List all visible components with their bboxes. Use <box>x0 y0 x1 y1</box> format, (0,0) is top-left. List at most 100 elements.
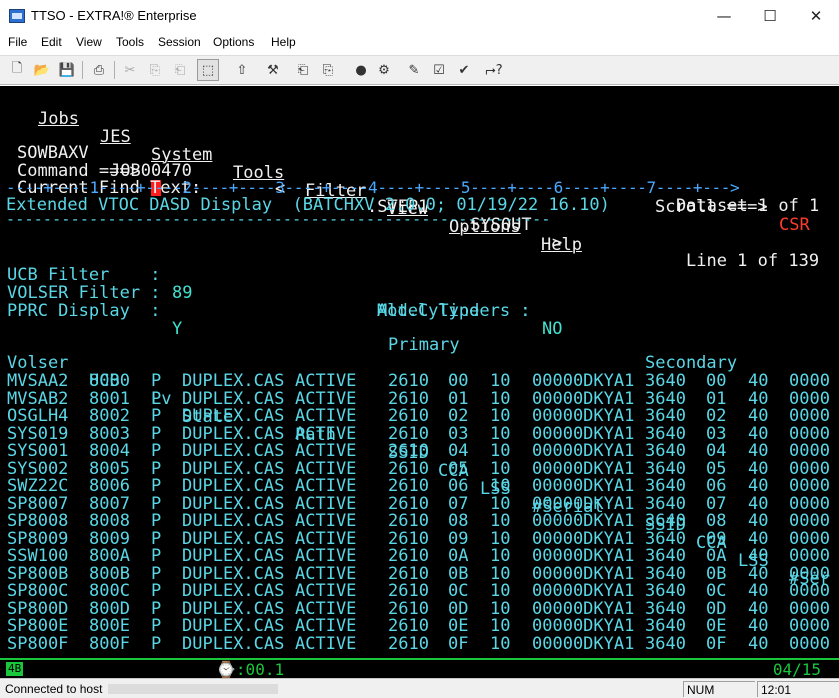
action-jes[interactable]: JES <box>100 128 131 146</box>
cell-volser[interactable]: SYS001 <box>7 442 68 460</box>
cell-path: ACTIVE <box>295 633 357 654</box>
cell-ssid: 2610 <box>388 616 429 636</box>
cell-cca: 0C <box>448 581 469 601</box>
close-icon[interactable]: ✕ <box>793 0 839 32</box>
cell-volser[interactable]: SP800F <box>7 635 68 653</box>
cell-lv: P <box>151 493 162 514</box>
cell-ssid: 2610 <box>388 598 429 619</box>
macro-icon[interactable]: ⚙ <box>373 59 395 81</box>
cell-volser[interactable]: SSW100 <box>7 547 68 565</box>
minimize-icon[interactable]: — <box>701 0 747 32</box>
action-jobs[interactable]: Jobs <box>38 110 79 128</box>
clock: 12:01 <box>757 681 839 697</box>
cell-sec-cca: 0E <box>706 616 727 636</box>
cell-serial: 00000DKYA1 <box>532 371 635 391</box>
maximize-icon[interactable]: ☐ <box>747 0 793 32</box>
scroll-input[interactable]: CSR <box>779 216 810 234</box>
cell-sec-ssid: 3640 <box>645 598 686 619</box>
cell-lss: 10 <box>490 441 511 461</box>
copy-icon[interactable]: ⎘ <box>144 59 166 81</box>
cell-sec-cca: 08 <box>706 511 727 531</box>
cell-volser[interactable]: SP800B <box>7 565 68 583</box>
cell-sec-ssid: 3640 <box>645 616 686 636</box>
menu-tools[interactable]: Tools <box>116 35 144 49</box>
cell-sec-ssid: 3640 <box>645 633 686 654</box>
settings-icon[interactable]: ✔ <box>453 59 475 81</box>
cell-lss: 10 <box>490 546 511 566</box>
cell-volser[interactable]: SP800C <box>7 582 68 600</box>
menu-options[interactable]: Options <box>213 35 254 49</box>
menu-session[interactable]: Session <box>158 35 201 49</box>
cell-volser[interactable]: SP800D <box>7 600 68 618</box>
cell-volser[interactable]: SP8008 <box>7 512 68 530</box>
cell-state: DUPLEX.CAS <box>182 493 285 514</box>
menu-help[interactable]: Help <box>271 35 296 49</box>
cell-cca: 0D <box>448 598 469 619</box>
context-help-icon[interactable]: ⮣? <box>483 59 505 81</box>
cell-lss: 10 <box>490 458 511 479</box>
cell-lss: 10 <box>490 493 511 514</box>
menu-view[interactable]: View <box>76 35 102 49</box>
select-mode-icon[interactable]: ⬚ <box>197 59 219 81</box>
cell-volser[interactable]: MVSAB2 <box>7 390 68 408</box>
cell-ssid: 2610 <box>388 371 429 391</box>
cell-lss: 10 <box>490 406 511 426</box>
menu-bar: File Edit View Tools Session Options Hel… <box>0 32 839 53</box>
cell-sec-ssid: 3640 <box>645 546 686 566</box>
paste-icon[interactable]: ⎗ <box>169 59 191 81</box>
cell-sec-lss: 40 <box>748 458 769 479</box>
cell-volser[interactable]: SYS002 <box>7 460 68 478</box>
cell-volser[interactable]: SP800E <box>7 617 68 635</box>
cell-path: ACTIVE <box>295 423 357 444</box>
cell-cca: 08 <box>448 511 469 531</box>
menu-file[interactable]: File <box>8 35 27 49</box>
open-folder-icon[interactable]: 📂 <box>31 59 53 81</box>
header-line: SOWBAXV JOB00470 < .STEP1 .SYSOUT > Line… <box>0 126 819 270</box>
cell-volser[interactable]: MVSAA2 <box>7 372 68 390</box>
cell-ucb: 8000 <box>89 371 130 391</box>
cell-volser[interactable]: SP8007 <box>7 495 68 513</box>
cell-ssid: 2610 <box>388 458 429 479</box>
cell-sec-lss: 40 <box>748 546 769 566</box>
cell-lv: P <box>151 423 162 444</box>
cell-sec-lss: 40 <box>748 616 769 636</box>
tools-icon[interactable]: ⚒ <box>262 59 284 81</box>
cell-state: DUPLEX.CAS <box>182 388 285 409</box>
cell-cca: 07 <box>448 493 469 514</box>
record-icon[interactable]: ● <box>350 59 372 81</box>
cell-volser[interactable]: SP8009 <box>7 530 68 548</box>
cell-sec-cca: 0C <box>706 581 727 601</box>
cell-cca: 01 <box>448 388 469 409</box>
cell-lv: P <box>151 441 162 461</box>
cell-serial: 00000DKYA1 <box>532 458 635 479</box>
alt-cyl-label: Alt.Cylinders : <box>377 301 531 321</box>
cell-volser[interactable]: OSGLH4 <box>7 407 68 425</box>
status-bar: Connected to host NUM 12:01 <box>0 678 839 698</box>
line-info: Line 1 of 139 <box>686 251 820 271</box>
dataset-info: Dataset 1 of 1 <box>676 196 820 216</box>
cell-volser[interactable]: SYS019 <box>7 425 68 443</box>
transfer-icon[interactable]: ⇧ <box>231 59 253 81</box>
cell-state: DUPLEX.CAS <box>182 598 285 619</box>
group-header-line: Primary Secondary <box>0 318 737 372</box>
cell-sec-serial: 0000 <box>789 581 830 601</box>
cut-icon[interactable]: ✂ <box>119 59 141 81</box>
cell-ucb: 8007 <box>89 493 130 514</box>
properties-icon[interactable]: ☑ <box>428 59 450 81</box>
new-session-icon[interactable]: 🗋 <box>6 59 28 81</box>
cell-ucb: 800A <box>89 546 130 566</box>
cell-volser[interactable]: SWZ22C <box>7 477 68 495</box>
send-file-icon[interactable]: ⎗ <box>292 59 314 81</box>
receive-file-icon[interactable]: ⎘ <box>317 59 339 81</box>
cell-path: ACTIVE <box>295 476 357 496</box>
cell-sec-cca: 02 <box>706 406 727 426</box>
terminal-screen[interactable]: Jobs JES System Tools Filter View Option… <box>0 86 839 658</box>
next-arrow[interactable]: > <box>552 234 562 252</box>
cell-ucb: 8001 <box>89 388 130 409</box>
print-icon[interactable]: ⎙ <box>88 59 110 81</box>
cell-sec-ssid: 3640 <box>645 458 686 479</box>
cell-sec-cca: 0D <box>706 598 727 619</box>
menu-edit[interactable]: Edit <box>41 35 62 49</box>
save-icon[interactable]: 💾 <box>56 59 78 81</box>
edit-macro-icon[interactable]: ✎ <box>403 59 425 81</box>
